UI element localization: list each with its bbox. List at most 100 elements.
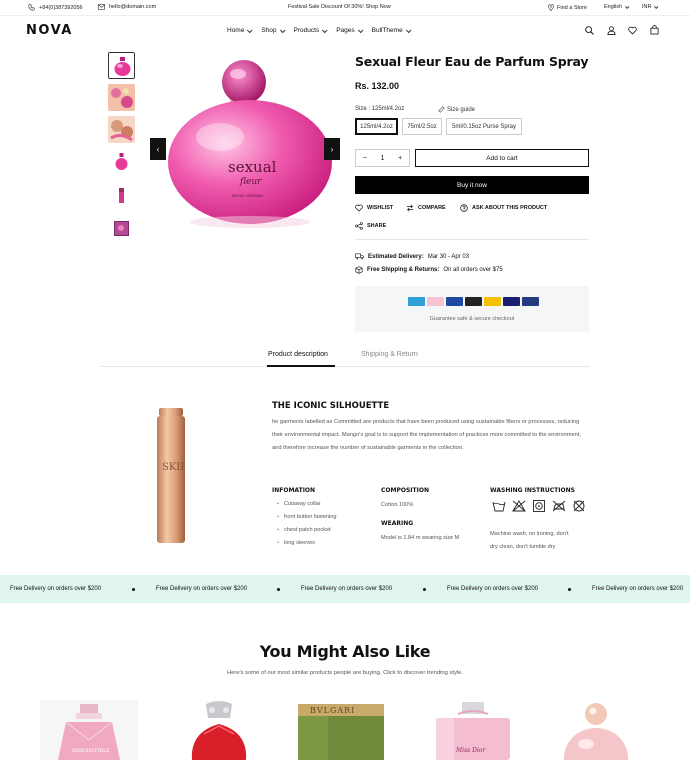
mail-icon (98, 4, 105, 10)
size-option-125ml[interactable]: 125ml/4.2oz (355, 118, 398, 135)
main-product-image[interactable]: sexual fleur MICHEL GERMAIN (150, 52, 340, 242)
information-list: Cutaway collar front button fastening ch… (277, 498, 337, 550)
product-card[interactable]: IRRESISTIBLE (40, 700, 138, 760)
qty-minus-button[interactable]: − (363, 155, 367, 162)
delivery-label: Estimated Delivery: (368, 253, 424, 260)
add-to-cart-button[interactable]: Add to cart (415, 149, 589, 167)
compare-button[interactable]: COMPARE (406, 204, 446, 212)
qty-value[interactable]: 1 (381, 155, 385, 162)
tumble-dry-icon (533, 500, 545, 512)
marquee-dot (568, 588, 571, 591)
chevron-down-icon (279, 26, 286, 33)
email-contact[interactable]: hello@domain.com (98, 4, 156, 10)
nav-item-home[interactable]: Home (227, 26, 253, 34)
compare-icon (406, 204, 414, 212)
washing-heading: WASHING INSTRUCTIONS (490, 487, 575, 494)
size-guide-link[interactable]: Size guide (438, 106, 475, 113)
product-title: Sexual Fleur Eau de Parfum Spray (355, 54, 589, 69)
phone-number: +84(0)387392056 (39, 4, 83, 11)
share-label: SHARE (367, 223, 387, 229)
chevron-down-icon (322, 26, 328, 33)
size-guide-label: Size guide (447, 106, 476, 113)
share-button[interactable]: SHARE (355, 222, 386, 230)
marquee-dot (132, 588, 135, 591)
promo-marquee: Free Delivery on orders over $200 Free D… (0, 575, 690, 603)
nav-label: BullTheme (371, 27, 403, 34)
wishlist-button[interactable]: WISHLIST (355, 204, 393, 212)
free-shipping: Free Shipping & Returns: On all orders o… (355, 266, 503, 274)
ask-question-label: ASK ABOUT THIS PRODUCT (472, 205, 548, 211)
product-card[interactable]: BVLGARI (296, 700, 394, 760)
currency-value: INR (642, 4, 652, 10)
find-store-link[interactable]: Find a Store (548, 4, 587, 11)
recommend-subtitle: Here's some of our most similar products… (227, 670, 463, 676)
product-thumbnail[interactable] (108, 180, 135, 207)
description-heading: THE ICONIC SILHOUETTE (272, 401, 390, 411)
compare-label: COMPARE (418, 205, 446, 211)
nav-item-pages[interactable]: Pages (336, 26, 364, 34)
size-option-75ml[interactable]: 75ml/2.5oz (402, 118, 442, 135)
promo-banner[interactable]: Festival Sale Discount Of 30%! Shop Now (288, 4, 391, 10)
size-label: Size : 125ml/4.2oz (355, 106, 405, 112)
card-label: Miss Dior (455, 747, 486, 754)
product-card[interactable] (556, 700, 654, 760)
no-bleach-icon (512, 500, 526, 512)
product-thumbnail[interactable] (108, 52, 135, 79)
nav-item-shop[interactable]: Shop (261, 26, 286, 34)
no-iron-icon (552, 500, 566, 512)
nav-item-products[interactable]: Products (294, 26, 328, 34)
site-header: NOVA Home Shop Products Pages BullTheme (0, 16, 690, 46)
product-card[interactable]: Miss Dior (424, 700, 522, 760)
wishlist-label: WISHLIST (367, 205, 394, 211)
skii-bottle-label: SKII (162, 462, 184, 473)
chevron-down-icon (247, 26, 253, 33)
ruler-icon (438, 106, 445, 113)
ask-question-button[interactable]: ASK ABOUT THIS PRODUCT (460, 204, 547, 212)
site-logo[interactable]: NOVA (26, 23, 73, 38)
size-option-5ml[interactable]: 5ml/0.15oz Purse Spray (446, 118, 522, 135)
find-store-label: Find a Store (557, 4, 587, 11)
phone-contact[interactable]: +84(0)387392056 (28, 4, 83, 11)
tab-divider (100, 366, 590, 367)
marquee-text: Free Delivery on orders over $200 (592, 586, 684, 592)
tab-product-description[interactable]: Product description (268, 351, 328, 358)
bottle-sub-text: fleur (239, 177, 262, 187)
marquee-text: Free Delivery on orders over $200 (10, 586, 102, 592)
gallery-next-button[interactable]: › (324, 138, 340, 160)
tab-shipping-return[interactable]: Shipping & Return (361, 351, 418, 358)
product-thumbnail[interactable] (108, 116, 135, 143)
shipping-label: Free Shipping & Returns: (367, 267, 440, 273)
chevron-right-icon: › (330, 144, 334, 154)
marquee-dot (277, 588, 280, 591)
composition-heading: COMPOSITION (381, 487, 429, 494)
heart-icon[interactable] (628, 26, 637, 35)
qty-plus-button[interactable]: + (398, 155, 402, 162)
paypal-yellow-icon (484, 297, 501, 306)
paypal-icon (522, 297, 539, 306)
wearing-heading: WEARING (381, 520, 414, 527)
main-nav: Home Shop Products Pages BullTheme (227, 26, 412, 34)
mastercard-icon (465, 297, 482, 306)
product-thumbnail[interactable] (108, 148, 135, 175)
currency-selector[interactable]: INR (642, 4, 659, 10)
phone-icon (28, 4, 35, 11)
list-item: chest patch pocket (277, 524, 337, 537)
bottle-maker-text: MICHEL GERMAIN (232, 194, 263, 198)
truck-icon (355, 253, 364, 260)
share-icon (355, 222, 363, 230)
buy-now-button[interactable]: Buy it now (355, 176, 589, 194)
wash-tub-icon (492, 501, 506, 512)
search-icon[interactable] (585, 26, 594, 35)
language-selector[interactable]: English (604, 4, 630, 10)
nav-item-bulltheme[interactable]: BullTheme (371, 26, 412, 34)
marquee-text: Free Delivery on orders over $200 (156, 586, 248, 592)
guarantee-text: Guarantee safe & secure checkout (429, 316, 515, 322)
product-thumbnail[interactable] (108, 212, 135, 239)
user-icon[interactable] (607, 26, 616, 35)
top-bar: +84(0)387392056 hello@domain.com Festiva… (0, 0, 690, 16)
delivery-value: Mar 30 - Apr 03 (427, 253, 470, 260)
product-card[interactable] (170, 700, 268, 760)
gallery-prev-button[interactable]: ‹ (150, 138, 166, 160)
cart-bag-icon[interactable] (650, 25, 659, 35)
product-thumbnail[interactable] (108, 84, 135, 111)
